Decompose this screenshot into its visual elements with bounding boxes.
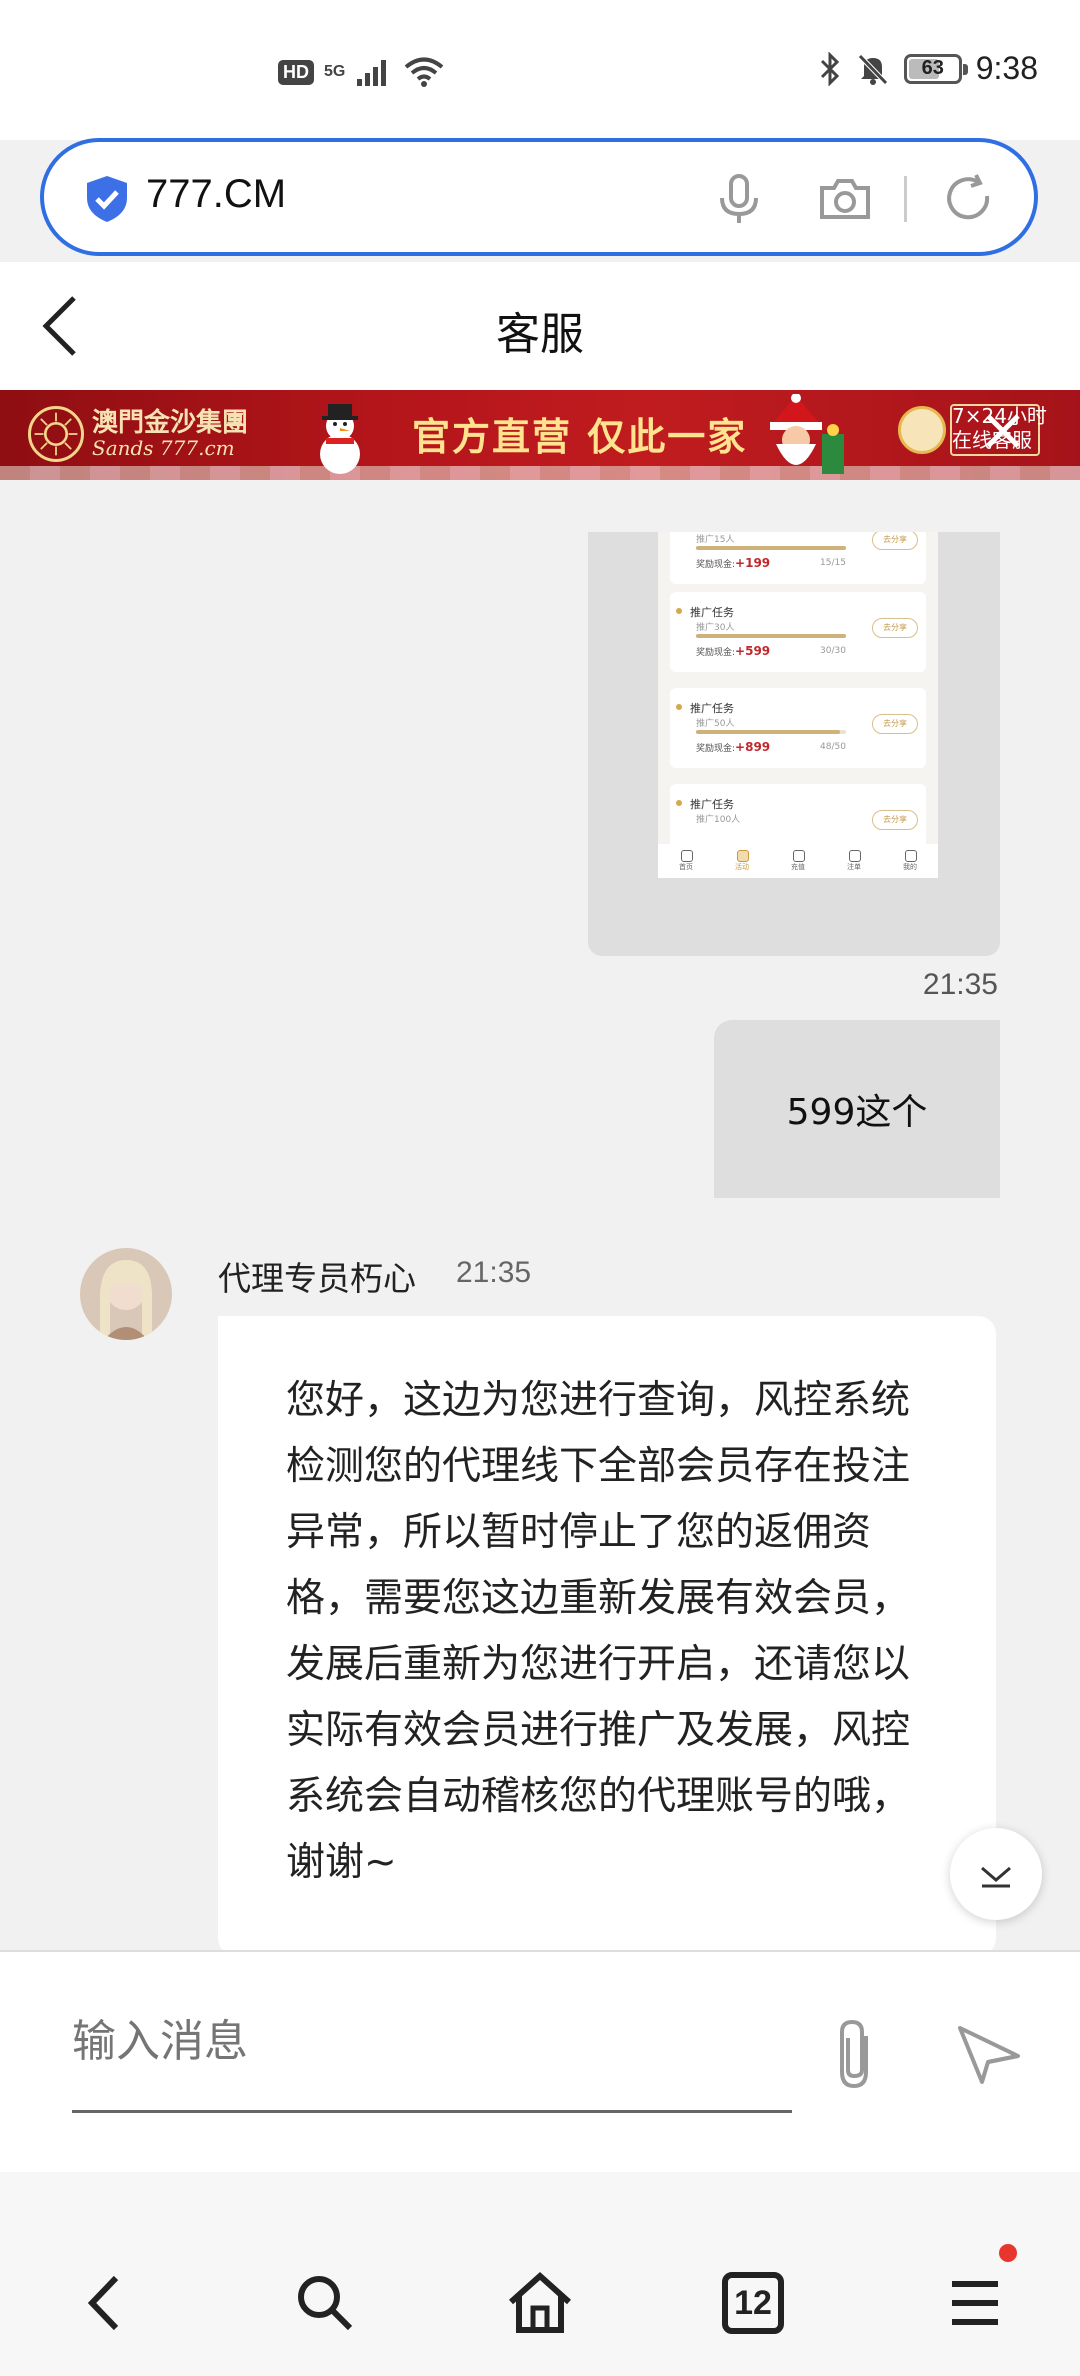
- task-progress-fill: [696, 634, 846, 638]
- wifi-icon: [405, 57, 444, 87]
- task-progress-bar: [696, 730, 846, 734]
- task-progress-bar: [696, 634, 846, 638]
- mini-tab: 充值: [770, 844, 826, 878]
- refresh-icon[interactable]: [940, 170, 998, 228]
- task-title: 推广任务: [690, 606, 734, 619]
- status-left: HD 5G: [278, 56, 445, 88]
- task-subtitle: 推广30人: [696, 623, 735, 633]
- banner-brand: 澳門金沙集團: [92, 408, 249, 438]
- message-time: 21:35: [922, 968, 998, 1001]
- task-card: 推广任务 推广50人 奖励现金:+899 48/50 去分享: [670, 688, 926, 768]
- task-reward: 奖励现金:+599: [696, 644, 771, 658]
- share-button: 去分享: [872, 618, 918, 638]
- mute-bell-icon: [857, 53, 888, 85]
- santa-icon: [770, 394, 844, 474]
- message-composer: [0, 1950, 1080, 2172]
- banner-brand-sub: Sands 777.cm: [92, 436, 235, 460]
- battery-level: 63: [921, 57, 944, 79]
- address-divider: [904, 176, 907, 222]
- task-subtitle: 推广15人: [696, 535, 735, 545]
- battery-indicator: 63: [903, 53, 968, 84]
- mini-tab: 活动: [714, 844, 770, 878]
- notification-dot: [999, 2244, 1017, 2262]
- page-title: 客服: [496, 309, 584, 360]
- agent-name: 代理专员朽心: [218, 1259, 416, 1298]
- task-dot-icon: [676, 704, 682, 710]
- agent-avatar[interactable]: [80, 1248, 172, 1340]
- task-dot-icon: [676, 800, 682, 806]
- task-reward: 奖励现金:+899: [696, 740, 771, 754]
- camera-icon[interactable]: [816, 170, 874, 228]
- signal-icon: [357, 60, 387, 86]
- shield-icon: [87, 176, 127, 222]
- microphone-icon[interactable]: [710, 170, 768, 228]
- status-right: 63 9:38: [818, 50, 1038, 87]
- send-icon[interactable]: [954, 2022, 1024, 2086]
- task-progress-bar: [696, 546, 846, 550]
- close-icon[interactable]: [980, 408, 1026, 454]
- task-dot-icon: [676, 608, 682, 614]
- search-icon[interactable]: [290, 2268, 360, 2338]
- task-subtitle: 推广50人: [696, 719, 735, 729]
- mini-tab: 注单: [826, 844, 882, 878]
- tabs-counter[interactable]: 12: [722, 2272, 784, 2334]
- nav-back-icon[interactable]: [72, 2268, 142, 2338]
- home-icon[interactable]: [505, 2268, 575, 2338]
- mini-tab: 首页: [658, 844, 714, 878]
- mini-tabbar: 首页 活动 充值 注单 我的: [658, 844, 938, 878]
- chat-area[interactable]: 推广15人 奖励现金:+199 15/15 去分享 推广任务 推广30人 奖励现…: [0, 480, 1080, 1950]
- scroll-down-icon[interactable]: [950, 1828, 1042, 1920]
- url-text[interactable]: 777.CM: [146, 172, 286, 217]
- paperclip-icon[interactable]: [826, 2016, 890, 2092]
- user-message-bubble[interactable]: 599这个: [714, 1020, 1000, 1198]
- service-badge-icon: [898, 406, 946, 454]
- share-button: 去分享: [872, 714, 918, 734]
- mini-tab: 我的: [882, 844, 938, 878]
- menu-icon[interactable]: [940, 2268, 1010, 2338]
- share-button: 去分享: [872, 532, 918, 550]
- snowman-icon: [320, 404, 360, 474]
- task-progress-fill: [696, 730, 840, 734]
- task-progress: 15/15: [820, 558, 846, 568]
- banner-slogan: 官方直营 仅此一家: [412, 414, 748, 459]
- image-message[interactable]: 推广15人 奖励现金:+199 15/15 去分享 推广任务 推广30人 奖励现…: [588, 532, 1000, 956]
- message-input[interactable]: [72, 2016, 792, 2066]
- task-card: 推广15人 奖励现金:+199 15/15 去分享: [670, 532, 926, 584]
- promo-banner[interactable]: 澳門金沙集團 Sands 777.cm 官方直营 仅此一家 7×24小时 在线客…: [0, 390, 1080, 480]
- page-header: 客服: [0, 262, 1080, 390]
- task-title: 推广任务: [690, 702, 734, 715]
- sands-logo-icon: [28, 406, 84, 462]
- task-progress: 30/30: [820, 646, 846, 656]
- browser-bottom-nav: 12: [0, 2172, 1080, 2376]
- address-bar[interactable]: 777.CM: [40, 138, 1038, 256]
- agent-message-text: 您好，这边为您进行查询，风控系统检测您的代理线下全部会员存在投注异常，所以暂时停…: [286, 1378, 911, 1885]
- share-button: 去分享: [872, 810, 918, 830]
- input-underline: [72, 2110, 792, 2113]
- clock: 9:38: [975, 50, 1038, 86]
- agent-message-bubble[interactable]: 您好，这边为您进行查询，风控系统检测您的代理线下全部会员存在投注异常，所以暂时停…: [218, 1316, 996, 1950]
- agent-message-time: 21:35: [456, 1256, 532, 1289]
- bluetooth-icon: [820, 51, 839, 86]
- status-bar: HD 5G 63 9:38: [0, 0, 1080, 140]
- task-card: 推广任务 推广30人 奖励现金:+599 30/30 去分享: [670, 592, 926, 672]
- task-subtitle: 推广100人: [696, 815, 741, 825]
- shared-screenshot[interactable]: 推广15人 奖励现金:+199 15/15 去分享 推广任务 推广30人 奖励现…: [658, 532, 938, 878]
- task-reward: 奖励现金:+199: [696, 556, 771, 570]
- task-progress: 48/50: [820, 742, 846, 752]
- task-progress-fill: [696, 546, 846, 550]
- network-type: 5G: [324, 63, 346, 80]
- hd-badge: HD: [278, 59, 314, 85]
- task-title: 推广任务: [690, 798, 734, 811]
